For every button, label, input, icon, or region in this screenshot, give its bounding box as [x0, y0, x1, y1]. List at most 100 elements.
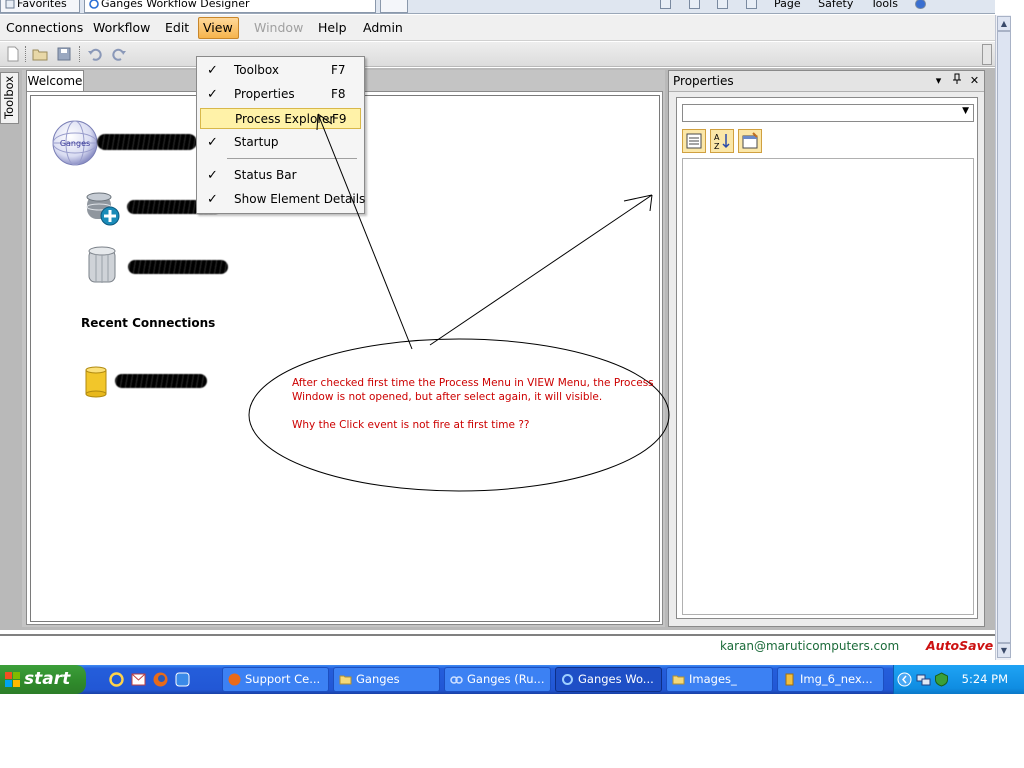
firefox-icon[interactable] — [152, 671, 169, 688]
panel-menu-icon[interactable]: ▾ — [931, 73, 946, 89]
property-grid[interactable] — [682, 158, 974, 615]
taskbar: start Support Ce... Ganges Ganges (Ru...… — [0, 665, 1024, 694]
tray-expand-icon[interactable] — [897, 672, 912, 687]
menu-window[interactable]: Window — [250, 18, 307, 38]
folder-icon — [339, 675, 352, 685]
save-icon[interactable] — [55, 45, 73, 63]
folder-icon — [672, 675, 685, 685]
menu-item-label: Toolbox — [234, 63, 279, 77]
scroll-thumb[interactable] — [997, 31, 1011, 643]
menu-help[interactable]: Help — [314, 18, 351, 38]
toolbar-overflow-grip[interactable] — [982, 44, 992, 65]
database-icon[interactable] — [84, 366, 108, 398]
start-button[interactable]: start — [0, 665, 86, 694]
ie-icon[interactable] — [108, 671, 125, 688]
browser-tab-label: Ganges Workflow Designer — [101, 0, 250, 10]
task-button-label: Img_6_nex... — [800, 672, 873, 686]
outlook-icon[interactable] — [130, 671, 147, 688]
task-button-ganges-folder[interactable]: Ganges — [333, 667, 440, 692]
menu-item-shortcut: F7 — [331, 63, 346, 77]
properties-body: ▼ AZ — [676, 97, 978, 619]
app-window: Connections Workflow Edit View Window He… — [0, 15, 995, 660]
help-icon[interactable] — [915, 0, 927, 9]
menu-admin[interactable]: Admin — [359, 18, 407, 38]
server-icon[interactable] — [86, 246, 118, 286]
view-menu-item-status-bar[interactable]: ✓ Status Bar — [200, 165, 361, 186]
home-icon[interactable] — [660, 0, 671, 9]
mail-icon[interactable] — [717, 0, 728, 9]
task-button-img6[interactable]: Img_6_nex... — [777, 667, 884, 692]
paint-icon — [785, 673, 794, 686]
browser-tab-favorites[interactable]: Favorites — [0, 0, 80, 13]
media-icon[interactable] — [174, 671, 191, 688]
browser-tab-new[interactable] — [380, 0, 408, 13]
pin-icon[interactable] — [949, 73, 964, 89]
recent-connections-label: Recent Connections — [81, 316, 216, 330]
redacted-text — [115, 374, 207, 388]
clock: 5:24 PM — [961, 672, 1008, 686]
scroll-up-icon[interactable]: ▲ — [997, 16, 1011, 31]
menu-workflow[interactable]: Workflow — [89, 18, 154, 38]
sort-alphabetical-icon[interactable]: AZ — [710, 129, 734, 153]
properties-header: Properties ▾ ✕ — [669, 71, 984, 92]
toolbar — [0, 42, 995, 67]
menu-item-shortcut: F9 — [332, 112, 347, 126]
task-button-images[interactable]: Images_ — [666, 667, 773, 692]
page-menu[interactable]: Page — [774, 0, 801, 11]
tab-welcome[interactable]: Welcome — [26, 70, 84, 91]
property-pages-glyph — [742, 132, 758, 149]
app-icon — [450, 676, 463, 684]
task-button-support[interactable]: Support Ce... — [222, 667, 329, 692]
close-icon[interactable]: ✕ — [967, 73, 982, 89]
vertical-scrollbar[interactable]: ▲ ▼ — [995, 15, 1011, 660]
properties-title: Properties — [673, 74, 734, 88]
task-button-label: Images_ — [689, 672, 737, 686]
task-button-ganges-running[interactable]: Ganges (Ru... — [444, 667, 551, 692]
status-bar: karan@maruticomputers.com AutoSave — [0, 634, 995, 658]
security-icon[interactable] — [934, 672, 949, 687]
toolbar-separator — [25, 46, 26, 62]
undo-icon[interactable] — [86, 45, 104, 63]
view-menu-item-process-explorer[interactable]: Process Explorer F9 — [200, 108, 361, 129]
menu-edit[interactable]: Edit — [161, 18, 193, 38]
annotation-text-line: Window is not opened, but after select a… — [292, 391, 603, 403]
browser-tab-ganges[interactable]: Ganges Workflow Designer — [84, 0, 376, 13]
property-pages-icon[interactable] — [738, 129, 762, 153]
new-connection-icon[interactable] — [84, 190, 122, 228]
feeds-icon[interactable] — [688, 0, 700, 9]
chevron-down-icon: ▼ — [962, 106, 969, 116]
safety-menu[interactable]: Safety — [818, 0, 853, 11]
menu-connections[interactable]: Connections — [2, 18, 87, 38]
task-button-label: Ganges Wo... — [578, 672, 654, 686]
categorized-icon[interactable] — [682, 129, 706, 153]
view-menu-item-toolbox[interactable]: ✓ Toolbox F7 — [200, 60, 361, 81]
toolbox-side-tab[interactable]: Toolbox — [0, 72, 19, 124]
logo-text: Ganges — [60, 139, 90, 148]
view-menu-item-show-element-details[interactable]: ✓ Show Element Details — [200, 189, 365, 210]
categorized-glyph — [686, 133, 702, 149]
object-selector[interactable]: ▼ — [682, 104, 974, 122]
open-folder-icon[interactable] — [31, 45, 49, 63]
pin-glyph — [952, 73, 961, 84]
redo-icon[interactable] — [110, 45, 128, 63]
print-icon[interactable] — [745, 0, 757, 9]
view-menu-item-startup[interactable]: ✓ Startup — [200, 132, 361, 153]
tools-menu[interactable]: Tools — [871, 0, 898, 11]
scroll-down-icon[interactable]: ▼ — [997, 643, 1011, 658]
toolbar-separator — [79, 46, 80, 62]
new-file-icon[interactable] — [4, 45, 22, 63]
menubar: Connections Workflow Edit View Window He… — [0, 15, 995, 41]
check-icon: ✓ — [207, 192, 218, 207]
menu-item-label: Show Element Details — [234, 192, 366, 206]
page-icon — [5, 0, 15, 9]
workspace: Toolbox Welcome Ganges Recent Connection… — [0, 68, 995, 630]
ie-icon — [562, 674, 573, 685]
menu-view[interactable]: View — [198, 17, 239, 39]
check-icon: ✓ — [207, 135, 218, 150]
browser-tab-label: Favorites — [17, 0, 67, 10]
view-menu-item-properties[interactable]: ✓ Properties F8 — [200, 84, 361, 105]
task-button-ganges-workflow[interactable]: Ganges Wo... — [555, 667, 662, 692]
network-icon[interactable] — [916, 672, 931, 687]
task-button-label: Support Ce... — [245, 672, 321, 686]
menu-item-label: Startup — [234, 135, 279, 149]
